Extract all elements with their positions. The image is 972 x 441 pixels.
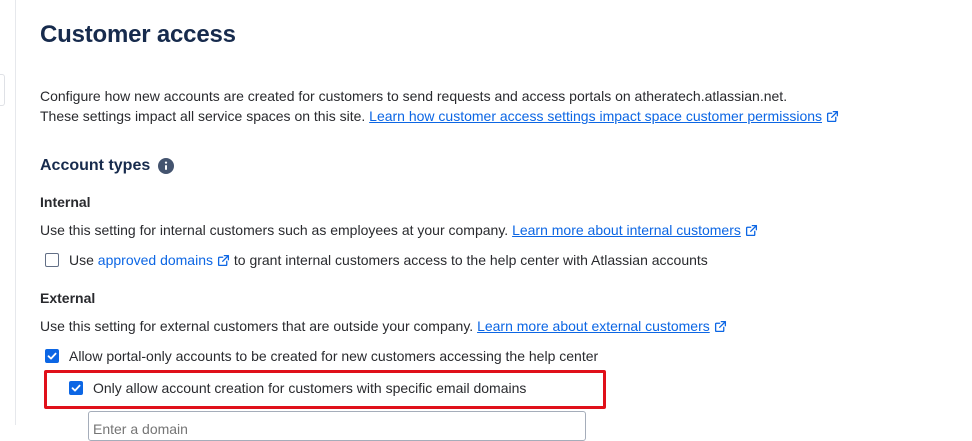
account-types-heading: Account types (40, 157, 175, 175)
approved-domains-prefix: Use (69, 252, 94, 268)
approved-domains-suffix: to grant internal customers access to th… (233, 252, 708, 268)
approved-domains-checkbox[interactable] (45, 253, 59, 267)
description-line-2: These settings impact all service spaces… (40, 106, 839, 126)
info-icon[interactable] (158, 158, 175, 174)
customer-permissions-link-label: Learn how customer access settings impac… (369, 108, 823, 124)
account-types-heading-label: Account types (40, 157, 151, 174)
external-link-icon (217, 254, 230, 267)
approved-domains-row: Use approved domains to grant internal c… (45, 252, 708, 268)
page-description: Configure how new accounts are created f… (40, 86, 839, 126)
external-link-icon (714, 320, 726, 333)
left-panel-edge (0, 0, 16, 425)
internal-customers-link-label: Learn more about internal customers (512, 222, 741, 238)
portal-only-checkbox[interactable] (45, 349, 59, 363)
approved-domains-link-label: approved domains (97, 252, 213, 268)
customer-permissions-link[interactable]: Learn how customer access settings impac… (369, 108, 839, 124)
internal-description-text: Use this setting for internal customers … (40, 222, 509, 238)
internal-description: Use this setting for internal customers … (40, 222, 758, 238)
portal-only-label: Allow portal-only accounts to be created… (69, 348, 599, 364)
external-description-text: Use this setting for external customers … (40, 318, 474, 334)
internal-heading: Internal (40, 194, 91, 210)
portal-only-row: Allow portal-only accounts to be created… (45, 348, 598, 364)
external-link-icon (745, 224, 757, 237)
checkmark-icon (47, 352, 57, 360)
external-link-icon (826, 110, 839, 123)
domain-input[interactable] (88, 411, 586, 441)
page-title: Customer access (40, 21, 236, 48)
internal-customers-link[interactable]: Learn more about internal customers (512, 222, 758, 238)
panel-resize-handle[interactable] (0, 74, 5, 106)
external-description: Use this setting for external customers … (40, 318, 727, 334)
description-line-1: Configure how new accounts are created f… (40, 88, 788, 104)
external-customers-link[interactable]: Learn more about external customers (477, 318, 727, 334)
approved-domains-link[interactable]: approved domains (98, 252, 230, 268)
external-customers-link-label: Learn more about external customers (477, 318, 710, 334)
external-heading: External (40, 290, 96, 306)
description-line-2-text: These settings impact all service spaces… (40, 108, 366, 124)
highlight-box (44, 370, 606, 409)
